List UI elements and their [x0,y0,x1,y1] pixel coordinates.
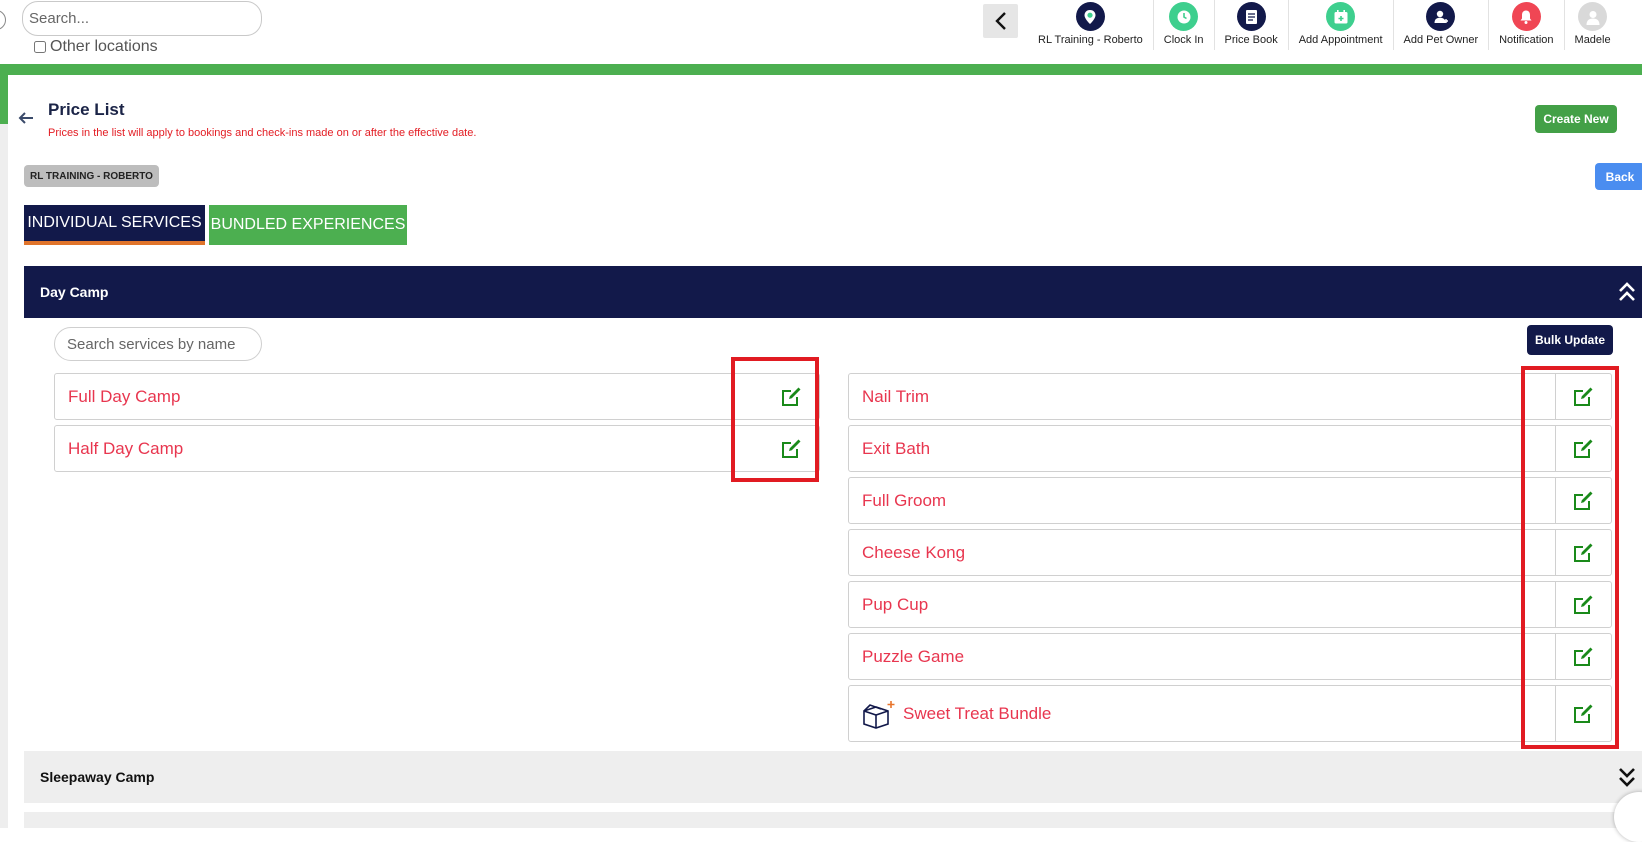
back-button[interactable]: Back [1595,163,1642,190]
back-arrow-icon[interactable] [17,110,35,131]
other-locations-checkbox[interactable]: Other locations [34,38,158,56]
service-row[interactable]: Pup Cup [848,581,1612,628]
user-plus-icon [1426,2,1456,31]
nav-price-book[interactable]: Price Book [1215,0,1289,50]
row-divider [1555,426,1556,471]
location-badge: RL TRAINING - ROBERTO [24,165,159,187]
service-row[interactable]: Half Day Camp [54,425,820,472]
bell-icon [1511,2,1541,31]
nav-location[interactable]: RL Training - Roberto [1028,0,1154,50]
nav-location-label: RL Training - Roberto [1038,34,1143,46]
row-divider [1555,530,1556,575]
other-locations-label: Other locations [50,38,158,55]
nav-price-book-label: Price Book [1224,34,1278,46]
bulk-update-button[interactable]: Bulk Update [1527,325,1613,355]
left-gutter [0,124,8,828]
collapse-nav-button[interactable] [983,4,1018,38]
edit-icon[interactable] [1571,645,1595,669]
edit-icon[interactable] [1571,385,1595,409]
edit-icon[interactable] [779,385,803,409]
service-name: Full Groom [862,490,947,510]
accent-stripe-left [0,75,8,124]
service-row[interactable]: Puzzle Game [848,633,1612,680]
row-divider [1555,686,1556,741]
nav-add-appointment-label: Add Appointment [1298,34,1383,46]
global-search-input[interactable] [22,1,262,36]
nav-add-appointment[interactable]: Add Appointment [1289,0,1394,50]
quick-nav: RL Training - Roberto Clock In Price Boo… [1028,0,1621,50]
chevron-left-icon [994,12,1006,30]
chevron-double-down-icon[interactable] [1618,766,1636,788]
day-camp-section-header[interactable]: Day Camp [24,266,1642,318]
service-row[interactable]: Full Groom [848,477,1612,524]
nav-notification-label: Notification [1499,34,1554,46]
row-divider [1555,634,1556,679]
service-name: Exit Bath [862,438,931,458]
top-bar: Other locations RL Training - Roberto Cl… [0,0,1642,64]
avatar-icon [1578,2,1608,31]
service-name: Cheese Kong [862,542,966,562]
nav-user-label: Madele [1574,34,1611,46]
nav-add-pet-owner[interactable]: Add Pet Owner [1394,0,1490,50]
service-name: Nail Trim [862,386,930,406]
service-name: Pup Cup [862,594,929,614]
service-name: Puzzle Game [862,646,965,666]
location-pin-icon [1075,2,1105,31]
edit-icon[interactable] [1571,489,1595,513]
service-row[interactable]: Exit Bath [848,425,1612,472]
tab-bundled-experiences[interactable]: BUNDLED EXPERIENCES [209,205,407,245]
nav-add-pet-owner-label: Add Pet Owner [1403,34,1479,46]
service-name: Sweet Treat Bundle [903,703,1052,723]
accent-stripe [0,64,1642,75]
service-name: Half Day Camp [68,438,184,458]
next-section-header[interactable] [24,812,1642,828]
menu-icon[interactable] [0,10,6,30]
row-divider [1555,374,1556,419]
service-row[interactable]: Sweet Treat Bundle [848,685,1612,742]
page-subtitle: Prices in the list will apply to booking… [48,127,477,139]
edit-icon[interactable] [779,437,803,461]
nav-notification[interactable]: Notification [1489,0,1565,50]
create-new-button[interactable]: Create New [1535,105,1617,133]
edit-icon[interactable] [1571,541,1595,565]
nav-clock-in-label: Clock In [1163,34,1204,46]
row-divider [1555,478,1556,523]
sleepaway-title: Sleepaway Camp [40,769,155,785]
calendar-plus-icon [1326,2,1356,31]
tab-individual-services[interactable]: INDIVIDUAL SERVICES [24,205,205,245]
sleepaway-section-header[interactable]: Sleepaway Camp [24,751,1642,803]
row-divider [1555,582,1556,627]
service-search-input[interactable] [54,327,262,361]
edit-icon[interactable] [1571,437,1595,461]
edit-icon[interactable] [1571,702,1595,726]
other-locations-check[interactable] [34,41,46,53]
nav-user-profile[interactable]: Madele [1565,0,1621,50]
service-row[interactable]: Cheese Kong [848,529,1612,576]
service-row[interactable]: Nail Trim [848,373,1612,420]
edit-icon[interactable] [1571,593,1595,617]
service-row[interactable]: Full Day Camp [54,373,820,420]
day-camp-title: Day Camp [40,284,109,300]
bundle-box-icon [863,700,895,729]
document-icon [1236,2,1266,31]
service-name: Full Day Camp [68,386,181,406]
clock-icon [1169,2,1199,31]
nav-clock-in[interactable]: Clock In [1154,0,1215,50]
page-title: Price List [48,100,125,119]
chevron-double-up-icon[interactable] [1618,281,1636,303]
